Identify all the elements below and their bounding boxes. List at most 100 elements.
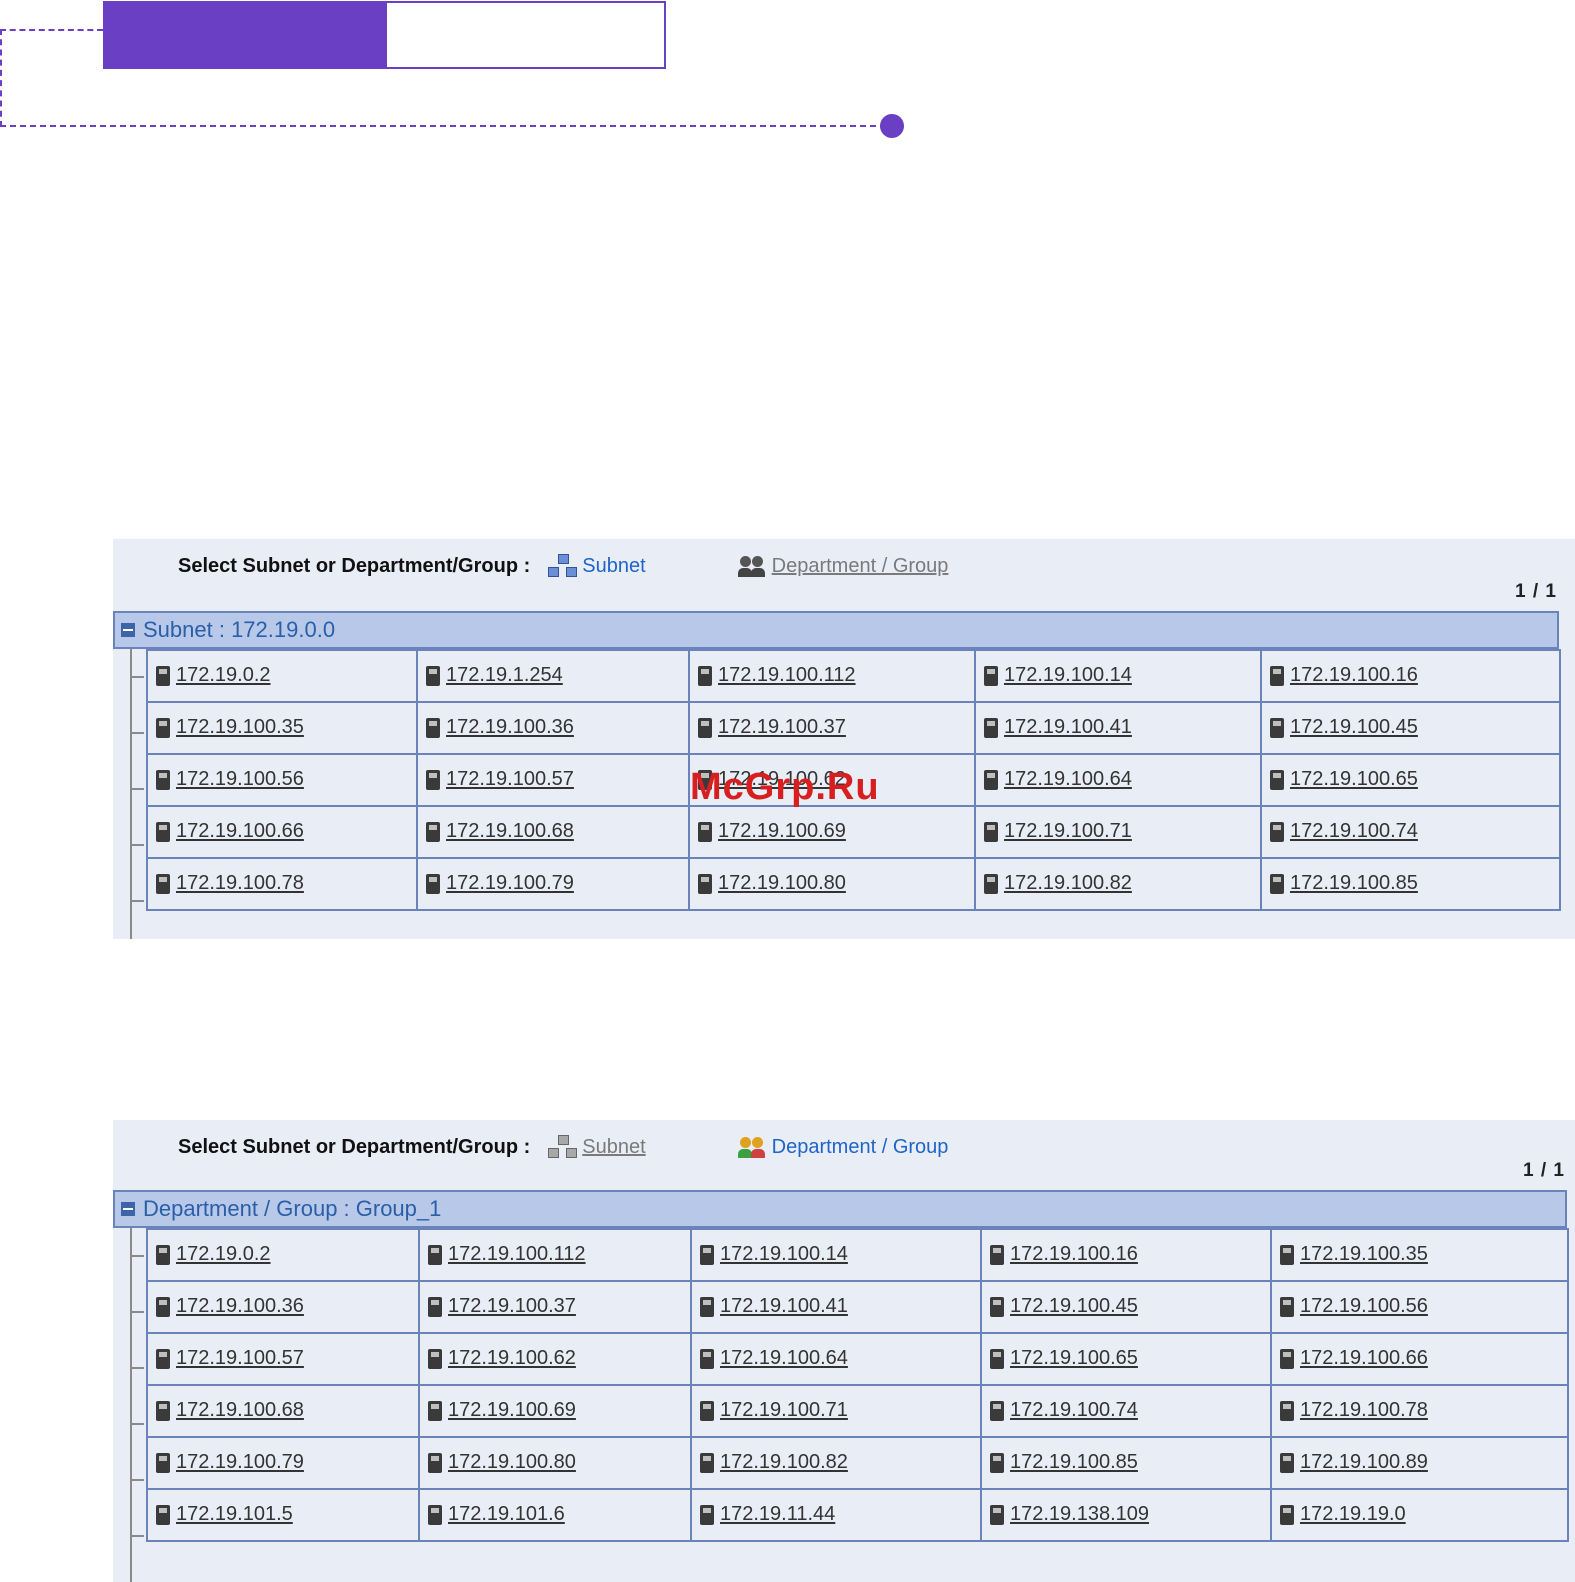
host-link[interactable]: 172.19.100.82 (1004, 873, 1132, 895)
host-link[interactable]: 172.19.100.80 (718, 873, 846, 895)
host-link[interactable]: 172.19.100.79 (176, 1452, 304, 1474)
host-link[interactable]: 172.19.1.254 (446, 665, 563, 687)
host-link[interactable]: 172.19.100.79 (446, 873, 574, 895)
host-cell: 172.19.1.254 (416, 649, 690, 703)
computer-icon (700, 1401, 714, 1422)
host-link[interactable]: 172.19.11.44 (720, 1504, 835, 1526)
department-option[interactable]: Department / Group (737, 554, 949, 578)
host-link[interactable]: 172.19.100.65 (1010, 1348, 1138, 1370)
computer-icon (1270, 770, 1284, 791)
host-link[interactable]: 172.19.19.0 (1300, 1504, 1406, 1526)
computer-icon (1270, 718, 1284, 739)
computer-icon (700, 1505, 714, 1526)
host-link[interactable]: 172.19.100.14 (720, 1244, 848, 1266)
computer-icon (700, 1453, 714, 1474)
subnet-option[interactable]: Subnet (548, 1135, 646, 1159)
host-link[interactable]: 172.19.100.45 (1290, 717, 1418, 739)
host-link[interactable]: 172.19.100.112 (718, 665, 856, 687)
tree-branch (130, 1535, 144, 1537)
group-header-bar[interactable]: Department / Group : Group_1 (113, 1190, 1567, 1228)
host-link[interactable]: 172.19.100.35 (1300, 1244, 1428, 1266)
select-label: Select Subnet or Department/Group : (178, 554, 531, 577)
computer-icon (156, 1245, 170, 1266)
computer-icon (698, 718, 712, 739)
host-link[interactable]: 172.19.100.41 (720, 1296, 848, 1318)
host-link[interactable]: 172.19.100.74 (1290, 821, 1418, 843)
host-link[interactable]: 172.19.100.62 (448, 1348, 576, 1370)
computer-icon (156, 718, 170, 739)
host-link[interactable]: 172.19.100.71 (1004, 821, 1132, 843)
host-cell: 172.19.100.62 (418, 1332, 692, 1386)
host-link[interactable]: 172.19.100.74 (1010, 1400, 1138, 1422)
computer-icon (156, 1349, 170, 1370)
host-link[interactable]: 172.19.100.112 (448, 1244, 586, 1266)
host-link[interactable]: 172.19.100.82 (720, 1452, 848, 1474)
host-link[interactable]: 172.19.100.41 (1004, 717, 1132, 739)
computer-icon (426, 718, 440, 739)
computer-icon (990, 1245, 1004, 1266)
host-link[interactable]: 172.19.100.14 (1004, 665, 1132, 687)
host-cell: 172.19.100.78 (1270, 1384, 1569, 1438)
computer-icon (990, 1401, 1004, 1422)
host-link[interactable]: 172.19.100.78 (1300, 1400, 1428, 1422)
host-link[interactable]: 172.19.100.16 (1010, 1244, 1138, 1266)
host-link[interactable]: 172.19.100.66 (176, 821, 304, 843)
host-link[interactable]: 172.19.100.45 (1010, 1296, 1138, 1318)
host-link[interactable]: 172.19.100.57 (176, 1348, 304, 1370)
host-link[interactable]: 172.19.100.36 (446, 717, 574, 739)
host-link[interactable]: 172.19.100.68 (446, 821, 574, 843)
host-link[interactable]: 172.19.100.80 (448, 1452, 576, 1474)
host-link[interactable]: 172.19.100.78 (176, 873, 304, 895)
department-option[interactable]: Department / Group (737, 1135, 948, 1159)
host-link[interactable]: 172.19.100.57 (446, 769, 574, 791)
group-header-bar[interactable]: Subnet : 172.19.0.0 (113, 611, 1559, 649)
host-cell: 172.19.100.14 (690, 1228, 982, 1282)
host-link[interactable]: 172.19.0.2 (176, 1244, 271, 1266)
host-link[interactable]: 172.19.100.69 (448, 1400, 576, 1422)
host-link[interactable]: 172.19.100.69 (718, 821, 846, 843)
host-cell: 172.19.100.41 (690, 1280, 982, 1334)
host-link[interactable]: 172.19.100.35 (176, 717, 304, 739)
host-link[interactable]: 172.19.100.37 (718, 717, 846, 739)
table-row: 172.19.100.68 172.19.100.69 172.19.100.71 1… (146, 1384, 1569, 1438)
host-link[interactable]: 172.19.100.56 (1300, 1296, 1428, 1318)
host-cell: 172.19.100.45 (1260, 701, 1561, 755)
host-link[interactable]: 172.19.100.89 (1300, 1452, 1428, 1474)
tree-branch (130, 1311, 144, 1313)
minus-box-icon[interactable] (121, 623, 135, 637)
group-header-label: Subnet : 172.19.0.0 (143, 617, 336, 642)
host-link[interactable]: 172.19.100.64 (1004, 769, 1132, 791)
tree-line (130, 1228, 132, 1582)
host-link[interactable]: 172.19.100.68 (176, 1400, 304, 1422)
subnet-option[interactable]: Subnet (548, 554, 646, 578)
computer-icon (428, 1245, 442, 1266)
host-link[interactable]: 172.19.101.5 (176, 1504, 293, 1526)
host-link[interactable]: 172.19.100.64 (720, 1348, 848, 1370)
host-link[interactable]: 172.19.100.56 (176, 769, 304, 791)
host-cell: 172.19.138.109 (980, 1488, 1272, 1542)
minus-box-icon[interactable] (121, 1202, 135, 1216)
host-link[interactable]: 172.19.100.85 (1010, 1452, 1138, 1474)
host-cell: 172.19.100.85 (980, 1436, 1272, 1490)
host-cell: 172.19.100.57 (416, 753, 690, 807)
host-cell: 172.19.100.68 (146, 1384, 420, 1438)
host-link[interactable]: 172.19.100.16 (1290, 665, 1418, 687)
host-link[interactable]: 172.19.101.6 (448, 1504, 565, 1526)
host-link[interactable]: 172.19.100.65 (1290, 769, 1418, 791)
dashed-line-dot (880, 114, 904, 138)
group-header-label: Department / Group : Group_1 (143, 1196, 442, 1221)
host-link[interactable]: 172.19.100.71 (720, 1400, 848, 1422)
tree-branch (130, 1423, 144, 1425)
network-icon (548, 554, 578, 578)
host-link[interactable]: 172.19.100.37 (448, 1296, 576, 1318)
host-link[interactable]: 172.19.100.36 (176, 1296, 304, 1318)
host-cell: 172.19.100.74 (980, 1384, 1272, 1438)
host-link[interactable]: 172.19.0.2 (176, 665, 271, 687)
host-link[interactable]: 172.19.100.85 (1290, 873, 1418, 895)
host-link[interactable]: 172.19.138.109 (1010, 1504, 1149, 1526)
host-link[interactable]: 172.19.100.66 (1300, 1348, 1428, 1370)
computer-icon (428, 1401, 442, 1422)
department-option-label: Department / Group (771, 554, 949, 577)
table-row: 172.19.0.2 172.19.100.112 172.19.100.14 172… (146, 1228, 1569, 1282)
watermark: McGrp.Ru (690, 766, 880, 808)
